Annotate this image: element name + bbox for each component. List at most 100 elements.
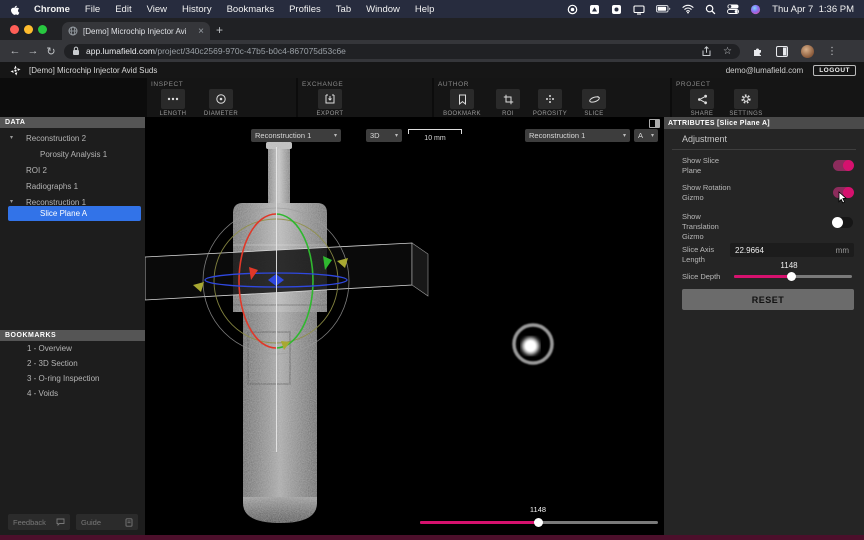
window-zoom-button[interactable] (38, 25, 47, 34)
lumafield-logo-icon[interactable] (10, 65, 21, 76)
slice-plane[interactable] (145, 243, 428, 300)
guide-button[interactable]: Guide (76, 514, 138, 530)
feedback-bubble-icon (56, 518, 65, 526)
attributes-panel: ATTRIBUTES [Slice Plane A] Adjustment Sh… (664, 117, 864, 535)
tree-item-porosity-analysis-1[interactable]: Porosity Analysis 1 (0, 147, 145, 161)
tree-item-reconstruction-2[interactable]: ▾ Reconstruction 2 (0, 131, 145, 145)
wifi-icon[interactable] (682, 4, 694, 14)
menubar-item-file[interactable]: File (85, 4, 100, 15)
porosity-tool-button[interactable]: POROSITY (528, 89, 572, 117)
bookmark-tool-button[interactable]: BOOKMARK (440, 89, 484, 117)
camera-app-icon[interactable] (611, 4, 622, 15)
tree-item-roi-2[interactable]: ROI 2 (0, 163, 145, 177)
battery-icon (656, 4, 671, 14)
chevron-down-icon: ▾ (334, 132, 337, 139)
slice-axis-length-label: Slice Axis Length (682, 245, 714, 265)
bookmark-item-voids[interactable]: 4 - Voids (27, 389, 58, 398)
back-button[interactable]: ← (6, 45, 24, 57)
browser-menu-icon[interactable]: ⋮ (827, 46, 837, 57)
shape-app-icon[interactable] (589, 4, 600, 15)
section-label: PROJECT (676, 81, 711, 88)
app-header: [Demo] Microchip Injector Avid Suds demo… (0, 62, 864, 78)
toolbar-section-inspect: INSPECT LENGTH DIAMETER (147, 78, 296, 117)
collapse-panel-icon[interactable] (649, 119, 660, 128)
ct-object (233, 142, 327, 523)
left-viewport-mode-select[interactable]: 3D▾ (366, 129, 402, 142)
window-minimize-button[interactable] (24, 25, 33, 34)
viewport-canvas[interactable]: Reconstruction 1▾ 3D▾ 10 mm Reconstructi… (145, 117, 664, 535)
chevron-down-icon: ▾ (623, 132, 626, 139)
slice-2d-view (514, 325, 552, 363)
right-viewport-plane-select[interactable]: A▾ (634, 129, 658, 142)
tree-item-slice-plane-a-selected[interactable]: Slice Plane A (8, 206, 141, 221)
feedback-button[interactable]: Feedback (8, 514, 70, 530)
menubar-item-profiles[interactable]: Profiles (289, 4, 321, 15)
extensions-puzzle-icon[interactable] (752, 46, 763, 57)
menubar-item-view[interactable]: View (147, 4, 167, 15)
bookmark-item-oring-inspection[interactable]: 3 - O-ring Inspection (27, 374, 99, 383)
show-translation-gizmo-toggle[interactable] (833, 217, 853, 228)
show-slice-plane-toggle[interactable] (833, 160, 853, 171)
apple-icon[interactable] (10, 4, 20, 15)
share-page-icon[interactable] (702, 46, 711, 57)
menubar-item-window[interactable]: Window (366, 4, 400, 15)
browser-tabbar: [Demo] Microchip Injector Avi × + (0, 18, 864, 40)
logout-button[interactable]: LOGOUT (813, 65, 856, 76)
control-center-icon[interactable] (727, 4, 739, 14)
menubar-item-help[interactable]: Help (415, 4, 435, 15)
url-bar[interactable]: app.lumafield.com/project/340c2569-970c-… (64, 44, 740, 59)
settings-tool-button[interactable]: SETTINGS (724, 89, 768, 117)
menubar-item-tab[interactable]: Tab (336, 4, 351, 15)
project-title: [Demo] Microchip Injector Avid Suds (29, 66, 157, 75)
browser-tab[interactable]: [Demo] Microchip Injector Avi × (62, 22, 210, 40)
screen-record-icon[interactable] (567, 4, 578, 15)
reset-button[interactable]: RESET (682, 289, 854, 310)
share-tool-button[interactable]: SHARE (680, 89, 724, 117)
bookmark-star-icon[interactable]: ☆ (723, 46, 732, 57)
left-viewport-source-select[interactable]: Reconstruction 1▾ (251, 129, 341, 142)
toolbar-section-author: AUTHOR BOOKMARK ROI POROSITY SLICE (434, 78, 670, 117)
menubar-item-bookmarks[interactable]: Bookmarks (227, 4, 275, 15)
diameter-tool-button[interactable]: DIAMETER (199, 89, 243, 117)
section-label: AUTHOR (438, 81, 469, 88)
lock-icon[interactable] (72, 46, 80, 56)
tab-close-icon[interactable]: × (198, 26, 204, 37)
chevron-down-icon: ▾ (395, 132, 398, 139)
menubar-item-edit[interactable]: Edit (115, 4, 131, 15)
canvas-slice-depth-slider[interactable] (420, 521, 658, 524)
window-close-button[interactable] (10, 25, 19, 34)
menubar-clock[interactable]: Thu Apr 7 1:36 PM (772, 4, 854, 15)
spotlight-icon[interactable] (705, 4, 716, 15)
screen-edge-strip (0, 535, 864, 540)
canvas-slice-depth-value: 1148 (518, 505, 558, 514)
slice-tool-button[interactable]: SLICE (572, 89, 616, 117)
side-panel-icon[interactable] (776, 46, 788, 57)
slice-depth-slider[interactable] (734, 275, 852, 278)
slider-knob[interactable] (534, 518, 543, 527)
slice-axis-length-input[interactable]: 22.9664 mm (730, 243, 854, 257)
roi-tool-button[interactable]: ROI (486, 89, 530, 117)
guide-book-icon (125, 518, 133, 527)
siri-icon[interactable] (750, 4, 761, 15)
adjustment-section-title: Adjustment (682, 134, 727, 144)
new-tab-button[interactable]: + (216, 23, 223, 37)
export-tool-button[interactable]: EXPORT (308, 89, 352, 117)
reload-button[interactable]: ↻ (42, 45, 60, 58)
data-sidebar: DATA ▾ Reconstruction 2 Porosity Analysi… (0, 117, 145, 535)
chevron-down-icon[interactable]: ▾ (10, 134, 13, 141)
chevron-down-icon[interactable]: ▾ (10, 198, 13, 205)
profile-avatar[interactable] (801, 45, 814, 58)
account-email: demo@lumafield.com (726, 66, 803, 75)
right-viewport-source-select[interactable]: Reconstruction 1▾ (525, 129, 630, 142)
length-tool-button[interactable]: LENGTH (151, 89, 195, 117)
bookmark-item-overview[interactable]: 1 - Overview (27, 344, 72, 353)
tree-item-radiographs-1[interactable]: Radiographs 1 (0, 179, 145, 193)
mouse-cursor-icon (838, 191, 848, 204)
slider-knob[interactable] (787, 272, 796, 281)
display-icon[interactable] (633, 4, 645, 15)
bookmark-item-3d-section[interactable]: 2 - 3D Section (27, 359, 78, 368)
forward-button[interactable]: → (24, 45, 42, 57)
menubar-app-name[interactable]: Chrome (34, 4, 70, 15)
porosity-icon (544, 93, 556, 105)
menubar-item-history[interactable]: History (182, 4, 212, 15)
